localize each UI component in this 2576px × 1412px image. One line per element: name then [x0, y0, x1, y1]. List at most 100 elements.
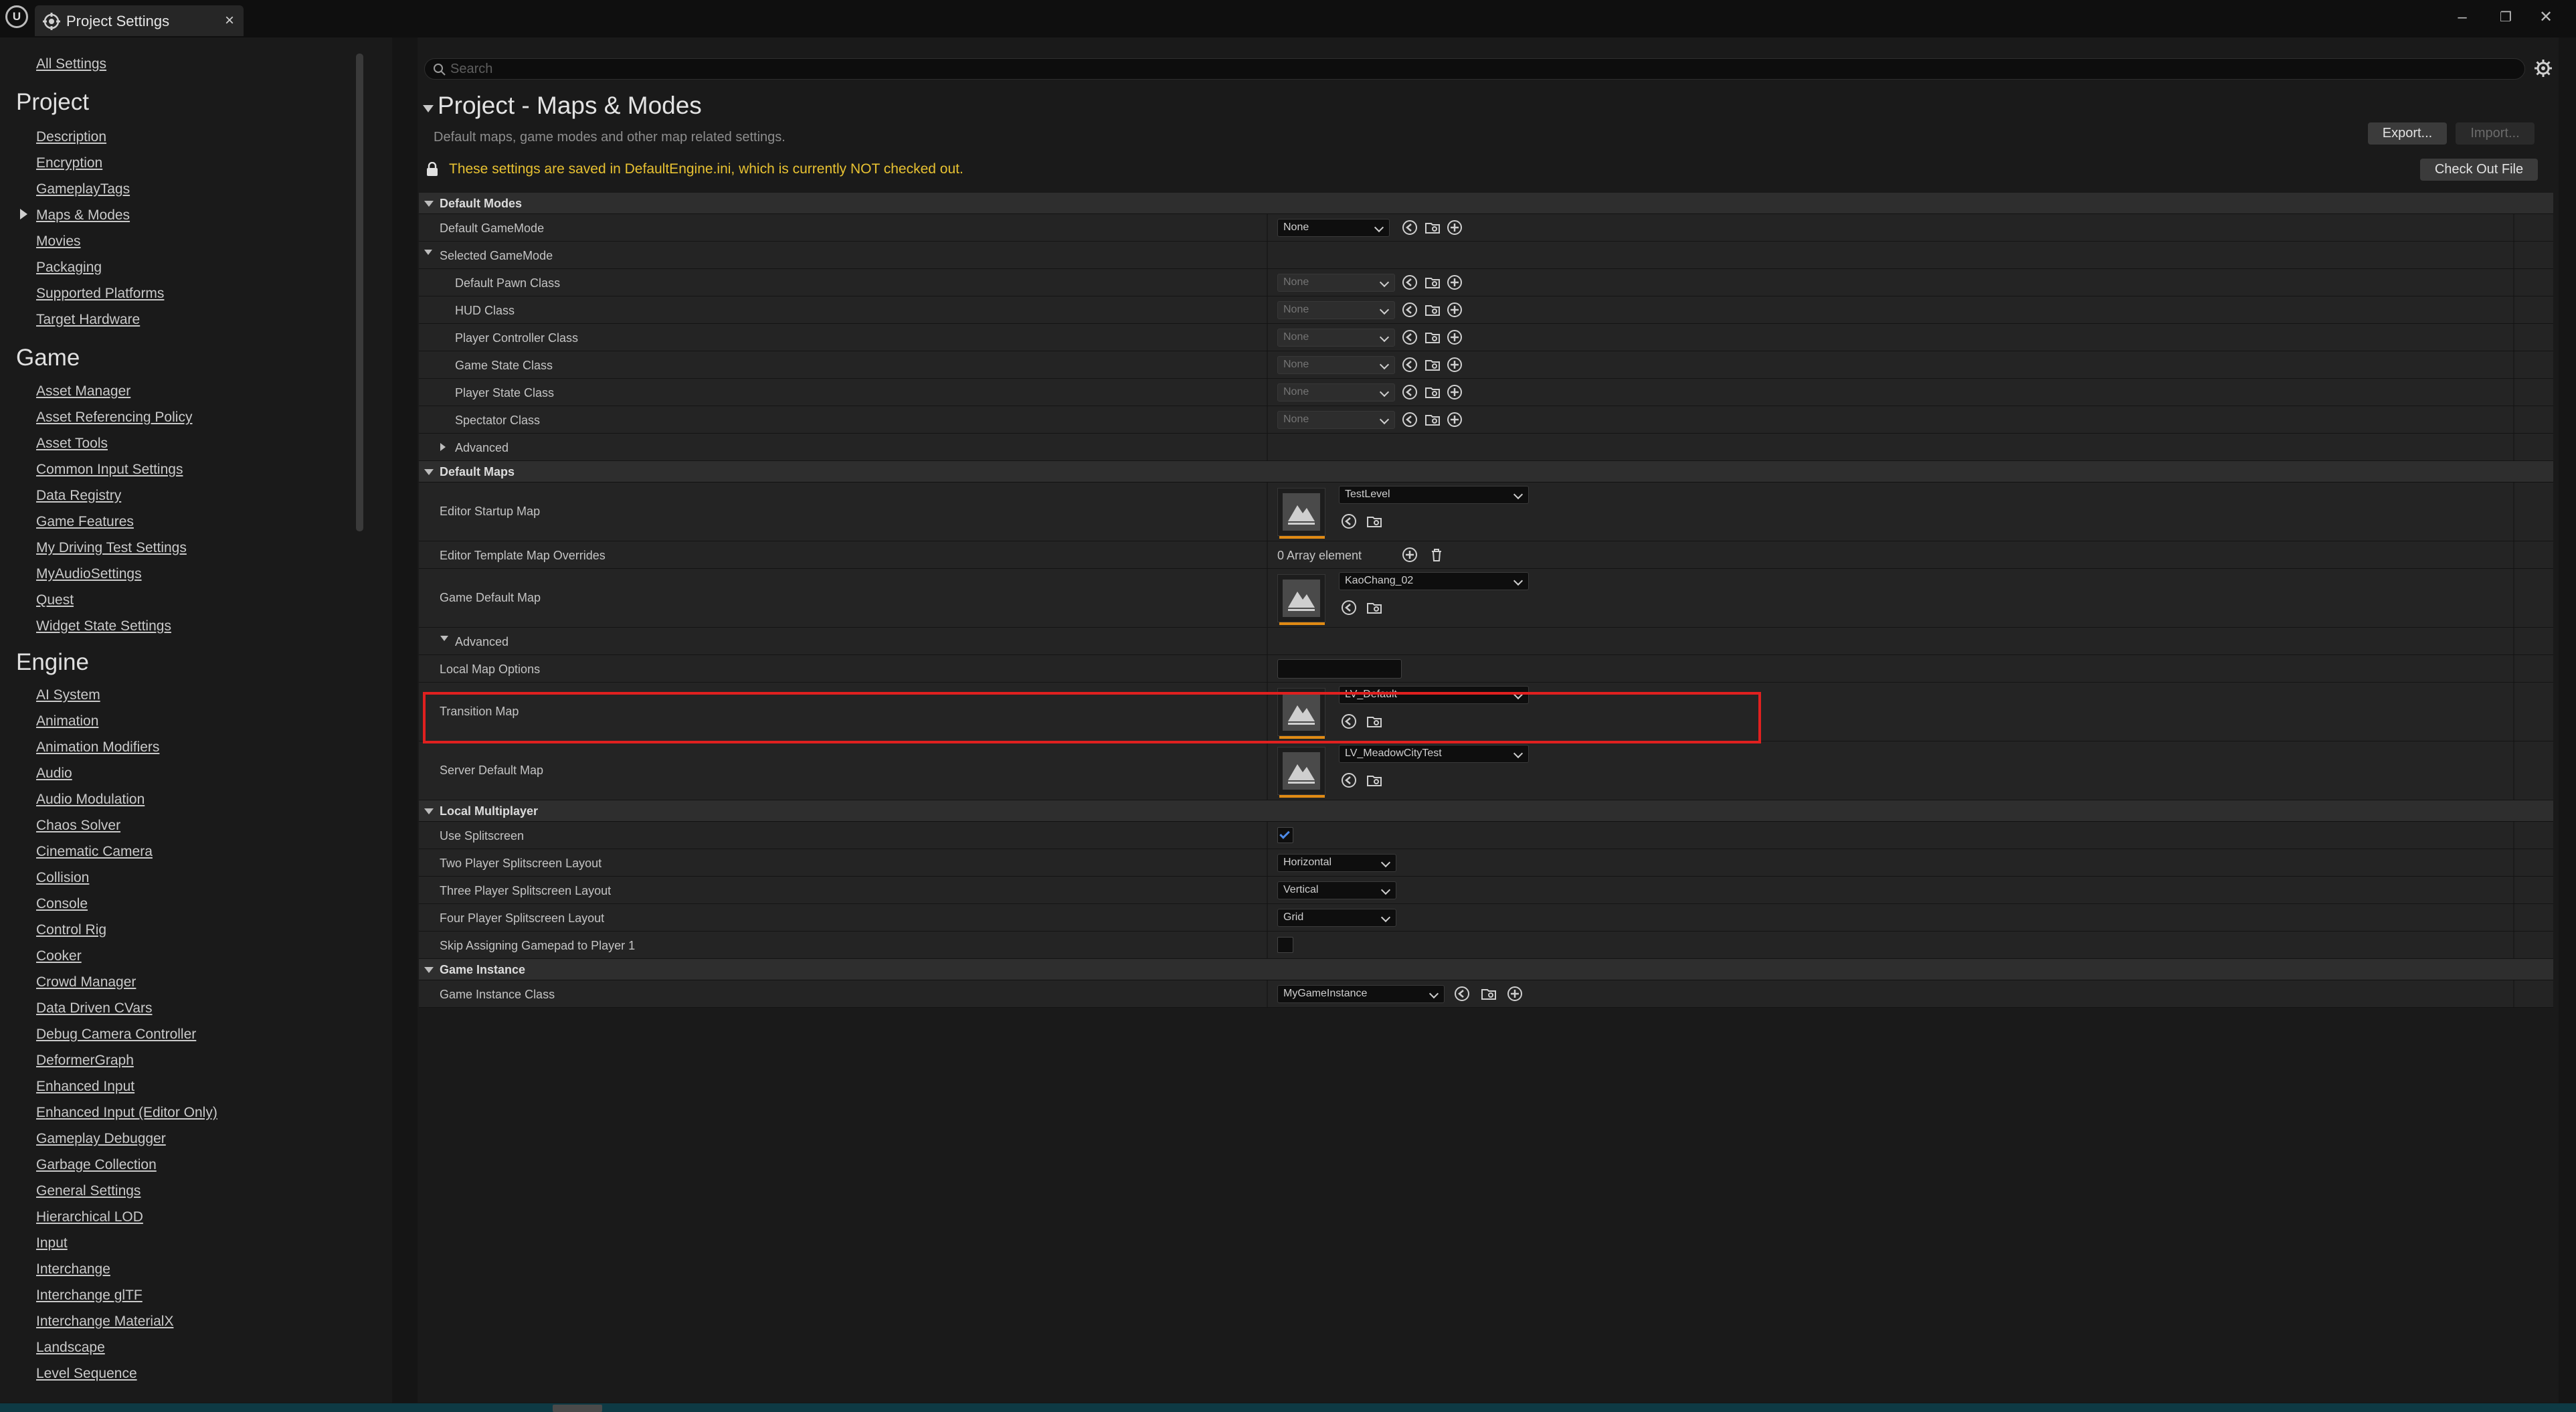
sidebar-item-maps-modes[interactable]: Maps & Modes	[36, 207, 130, 224]
sidebar-item-garbage-collection[interactable]: Garbage Collection	[36, 1157, 157, 1173]
add-plus-icon[interactable]	[1507, 986, 1523, 1002]
sidebar-item-enhanced-input[interactable]: Enhanced Input	[36, 1079, 134, 1095]
sidebar-item-general-settings[interactable]: General Settings	[36, 1183, 141, 1199]
search-input[interactable]	[450, 61, 2458, 77]
add-plus-icon[interactable]	[1447, 302, 1463, 318]
map-thumbnail[interactable]	[1277, 574, 1325, 625]
use-splitscreen-checkbox[interactable]	[1277, 827, 1293, 843]
add-plus-icon[interactable]	[1447, 384, 1463, 400]
collapse-caret-icon[interactable]	[424, 808, 434, 814]
sidebar-item-data-driven-cvars[interactable]: Data Driven CVars	[36, 1000, 153, 1017]
sidebar-item-cooker[interactable]: Cooker	[36, 948, 82, 964]
default-pawn-class-combo[interactable]: None	[1277, 274, 1395, 292]
tab-close-icon[interactable]: ×	[225, 11, 234, 30]
reset-arrow-icon[interactable]	[1402, 219, 1418, 236]
import-button[interactable]: Import...	[2456, 122, 2535, 145]
reset-arrow-icon[interactable]	[1402, 357, 1418, 373]
sidebar-item-chaos-solver[interactable]: Chaos Solver	[36, 818, 120, 834]
sidebar-item-description[interactable]: Description	[36, 129, 106, 145]
add-element-icon[interactable]	[1402, 547, 1418, 563]
browse-folder-icon[interactable]	[1424, 384, 1441, 400]
gear-icon[interactable]	[2533, 58, 2553, 78]
two-player-layout-combo[interactable]: Horizontal	[1277, 854, 1396, 872]
sidebar-item-common-input-settings[interactable]: Common Input Settings	[36, 462, 183, 478]
collapse-caret-icon[interactable]	[424, 201, 434, 207]
collapse-caret-icon[interactable]	[424, 967, 434, 973]
add-plus-icon[interactable]	[1447, 329, 1463, 345]
browse-folder-icon[interactable]	[1424, 274, 1441, 290]
sidebar-item-audio-modulation[interactable]: Audio Modulation	[36, 792, 145, 808]
section-game-instance[interactable]: Game Instance	[419, 959, 2553, 980]
sidebar-item-hierarchical-lod[interactable]: Hierarchical LOD	[36, 1209, 143, 1225]
hud-class-combo[interactable]: None	[1277, 301, 1395, 319]
collapse-caret-icon[interactable]	[424, 469, 434, 475]
browse-folder-icon[interactable]	[1424, 219, 1441, 236]
section-local-multiplayer[interactable]: Local Multiplayer	[419, 800, 2553, 822]
game-state-class-combo[interactable]: None	[1277, 356, 1395, 374]
close-window-icon[interactable]: ✕	[2529, 4, 2563, 31]
expand-caret-icon[interactable]	[440, 443, 446, 451]
sidebar-item-control-rig[interactable]: Control Rig	[36, 922, 106, 938]
sidebar-item-supported-platforms[interactable]: Supported Platforms	[36, 286, 164, 302]
reset-arrow-icon[interactable]	[1402, 302, 1418, 318]
collapse-caret-icon[interactable]	[424, 250, 432, 255]
sidebar-item-asset-tools[interactable]: Asset Tools	[36, 436, 108, 452]
collapse-caret-icon[interactable]	[440, 636, 448, 641]
add-plus-icon[interactable]	[1447, 219, 1463, 236]
sidebar-item-ai-system[interactable]: AI System	[36, 687, 100, 703]
game-default-map-combo[interactable]: KaoChang_02	[1339, 572, 1529, 590]
sidebar-item-game-features[interactable]: Game Features	[36, 514, 134, 530]
sidebar-item-movies[interactable]: Movies	[36, 234, 81, 250]
check-out-file-button[interactable]: Check Out File	[2420, 159, 2538, 181]
editor-startup-map-combo[interactable]: TestLevel	[1339, 486, 1529, 504]
sidebar-item-gameplay-debugger[interactable]: Gameplay Debugger	[36, 1131, 166, 1147]
browse-folder-icon[interactable]	[1424, 357, 1441, 373]
restore-icon[interactable]: ❐	[2489, 4, 2522, 31]
sidebar-item-myaudiosettings[interactable]: MyAudioSettings	[36, 566, 142, 582]
browse-folder-icon[interactable]	[1366, 600, 1382, 616]
trash-icon[interactable]	[1429, 547, 1445, 563]
sidebar-item-quest[interactable]: Quest	[36, 592, 74, 608]
sidebar-item-debug-camera-controller[interactable]: Debug Camera Controller	[36, 1027, 196, 1043]
browse-folder-icon[interactable]	[1481, 986, 1497, 1002]
sidebar-item-audio[interactable]: Audio	[36, 766, 72, 782]
sidebar-all-settings[interactable]: All Settings	[36, 56, 106, 72]
sidebar-item-packaging[interactable]: Packaging	[36, 260, 102, 276]
sidebar-item-gameplaytags[interactable]: GameplayTags	[36, 181, 130, 197]
server-default-map-combo[interactable]: LV_MeadowCityTest	[1339, 745, 1529, 763]
add-plus-icon[interactable]	[1447, 357, 1463, 373]
add-plus-icon[interactable]	[1447, 274, 1463, 290]
reset-arrow-icon[interactable]	[1341, 600, 1357, 616]
sidebar-item-animation-modifiers[interactable]: Animation Modifiers	[36, 739, 159, 756]
sidebar-item-input[interactable]: Input	[36, 1235, 68, 1251]
section-default-maps[interactable]: Default Maps	[419, 461, 2553, 482]
minimize-icon[interactable]: –	[2446, 4, 2479, 31]
sidebar-item-landscape[interactable]: Landscape	[36, 1340, 105, 1356]
reset-arrow-icon[interactable]	[1402, 384, 1418, 400]
sidebar-item-interchange-gltf[interactable]: Interchange glTF	[36, 1288, 143, 1304]
sidebar-item-animation[interactable]: Animation	[36, 713, 98, 729]
browse-folder-icon[interactable]	[1366, 772, 1382, 788]
sidebar-item-crowd-manager[interactable]: Crowd Manager	[36, 974, 136, 990]
add-plus-icon[interactable]	[1447, 412, 1463, 428]
reset-arrow-icon[interactable]	[1454, 986, 1470, 1002]
horizontal-scrollbar[interactable]	[553, 1405, 602, 1412]
sidebar-item-enhanced-input-editor-only[interactable]: Enhanced Input (Editor Only)	[36, 1105, 217, 1121]
local-map-options-input[interactable]	[1277, 659, 1402, 679]
sidebar-item-level-sequence[interactable]: Level Sequence	[36, 1366, 137, 1382]
sidebar-item-data-registry[interactable]: Data Registry	[36, 488, 121, 504]
reset-arrow-icon[interactable]	[1402, 412, 1418, 428]
sidebar-item-interchange[interactable]: Interchange	[36, 1261, 110, 1277]
sidebar-item-my-driving-test-settings[interactable]: My Driving Test Settings	[36, 540, 187, 556]
three-player-layout-combo[interactable]: Vertical	[1277, 881, 1396, 899]
reset-arrow-icon[interactable]	[1341, 772, 1357, 788]
sidebar-item-collision[interactable]: Collision	[36, 870, 89, 886]
four-player-layout-combo[interactable]: Grid	[1277, 909, 1396, 927]
browse-folder-icon[interactable]	[1424, 412, 1441, 428]
sidebar-item-widget-state-settings[interactable]: Widget State Settings	[36, 618, 171, 634]
sidebar-scrollbar[interactable]	[356, 54, 363, 531]
browse-folder-icon[interactable]	[1424, 329, 1441, 345]
sidebar-item-encryption[interactable]: Encryption	[36, 155, 102, 171]
section-default-modes[interactable]: Default Modes	[419, 193, 2553, 214]
map-thumbnail[interactable]	[1277, 488, 1325, 539]
